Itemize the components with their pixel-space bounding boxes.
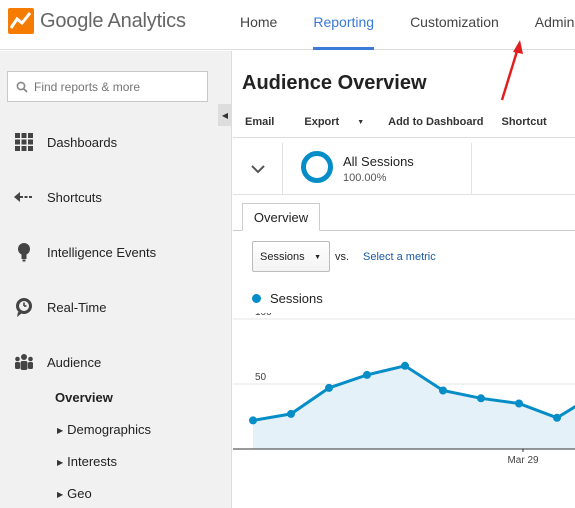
logo-text: Google Analytics	[40, 9, 186, 32]
expand-triangle-icon: ▶	[57, 426, 64, 435]
vs-label: vs.	[335, 251, 350, 263]
sidebar: ◀ Dashboards Shortcuts Intelligence Even…	[0, 51, 232, 508]
legend-dot	[252, 294, 261, 303]
sidebar-item-intelligence-events[interactable]: Intelligence Events	[0, 237, 232, 267]
sidebar-item-shortcuts[interactable]: Shortcuts	[0, 182, 232, 212]
expand-triangle-icon: ▶	[57, 490, 64, 499]
sidebar-sub-interests[interactable]: ▶ Interests	[57, 454, 117, 469]
data-point	[553, 413, 561, 422]
search-input[interactable]	[34, 79, 204, 94]
email-button[interactable]: Email	[245, 116, 274, 128]
y-tick-label: 50	[255, 372, 267, 383]
sidebar-item-label: Audience	[47, 354, 102, 370]
shortcut-button[interactable]: Shortcut	[501, 116, 546, 128]
data-point	[401, 361, 409, 370]
main-nav: Home Reporting Customization Admin	[222, 0, 575, 50]
sessions-chart: 100 50 Mar 29	[233, 313, 575, 466]
segment-ring-icon	[301, 151, 333, 183]
sidebar-item-label: Shortcuts	[47, 189, 102, 205]
segment-toggle[interactable]	[233, 143, 283, 195]
sidebar-item-label: Dashboards	[47, 134, 118, 150]
top-bar: Google Analytics Home Reporting Customiz…	[0, 0, 575, 50]
collapse-sidebar-button[interactable]: ◀	[218, 104, 232, 126]
people-icon	[14, 354, 33, 370]
sidebar-item-audience[interactable]: Audience	[0, 347, 232, 377]
segment-percent: 100.00%	[343, 172, 387, 184]
shortcut-arrow-icon	[13, 192, 32, 202]
google-analytics-logo[interactable]: Google Analytics	[8, 8, 186, 34]
data-point	[287, 409, 295, 418]
data-point	[477, 394, 485, 403]
chevron-down-icon: ▼	[357, 118, 365, 126]
clock-icon	[15, 298, 32, 317]
chevron-down-icon	[250, 164, 265, 173]
segment-row: All Sessions 100.00%	[233, 143, 575, 195]
report-search[interactable]	[7, 71, 208, 102]
sidebar-sub-label: Interests	[67, 454, 118, 469]
report-toolbar: Email Export ▼ Add to Dashboard Shortcut	[233, 106, 575, 138]
sidebar-sub-overview[interactable]: Overview	[55, 390, 113, 405]
segment-label[interactable]: All Sessions	[343, 154, 414, 169]
metric-select[interactable]: Sessions ▼	[252, 241, 330, 272]
sidebar-sub-label: Demographics	[67, 422, 151, 437]
metric-select-value: Sessions	[260, 250, 305, 263]
select-metric-link[interactable]: Select a metric	[363, 251, 436, 263]
data-point	[439, 386, 447, 395]
data-point	[515, 399, 523, 408]
nav-admin[interactable]: Admin	[517, 0, 575, 50]
x-tick-label: Mar 29	[507, 455, 539, 466]
sidebar-sub-demographics[interactable]: ▶ Demographics	[57, 422, 151, 437]
sidebar-sub-geo[interactable]: ▶ Geo	[57, 486, 92, 501]
data-point	[249, 416, 257, 425]
nav-customization[interactable]: Customization	[392, 0, 517, 50]
data-point	[363, 370, 371, 379]
lightbulb-icon	[17, 243, 30, 262]
page-title: Audience Overview	[242, 72, 427, 94]
expand-triangle-icon: ▶	[57, 458, 64, 467]
tab-overview[interactable]: Overview	[242, 203, 320, 231]
grid-icon	[14, 133, 33, 151]
sidebar-item-real-time[interactable]: Real-Time	[0, 292, 232, 322]
nav-home[interactable]: Home	[222, 0, 295, 50]
legend-label: Sessions	[270, 291, 323, 306]
main-content: Audience Overview Email Export ▼ Add to D…	[233, 51, 575, 508]
y-tick-label: 100	[255, 313, 272, 318]
nav-reporting[interactable]: Reporting	[295, 0, 392, 50]
search-icon	[16, 81, 28, 93]
sidebar-item-label: Intelligence Events	[47, 244, 157, 260]
export-label: Export	[304, 115, 340, 128]
sidebar-item-dashboards[interactable]: Dashboards	[0, 127, 232, 157]
add-to-dashboard-button[interactable]: Add to Dashboard	[388, 116, 483, 128]
chevron-down-icon: ▼	[314, 254, 321, 261]
export-button[interactable]: Export ▼	[292, 116, 370, 128]
sidebar-item-label: Real-Time	[47, 299, 107, 315]
analytics-logo-icon	[8, 8, 34, 34]
segment-divider	[471, 143, 472, 195]
sidebar-sub-label: Geo	[67, 486, 92, 501]
data-point	[325, 383, 333, 392]
